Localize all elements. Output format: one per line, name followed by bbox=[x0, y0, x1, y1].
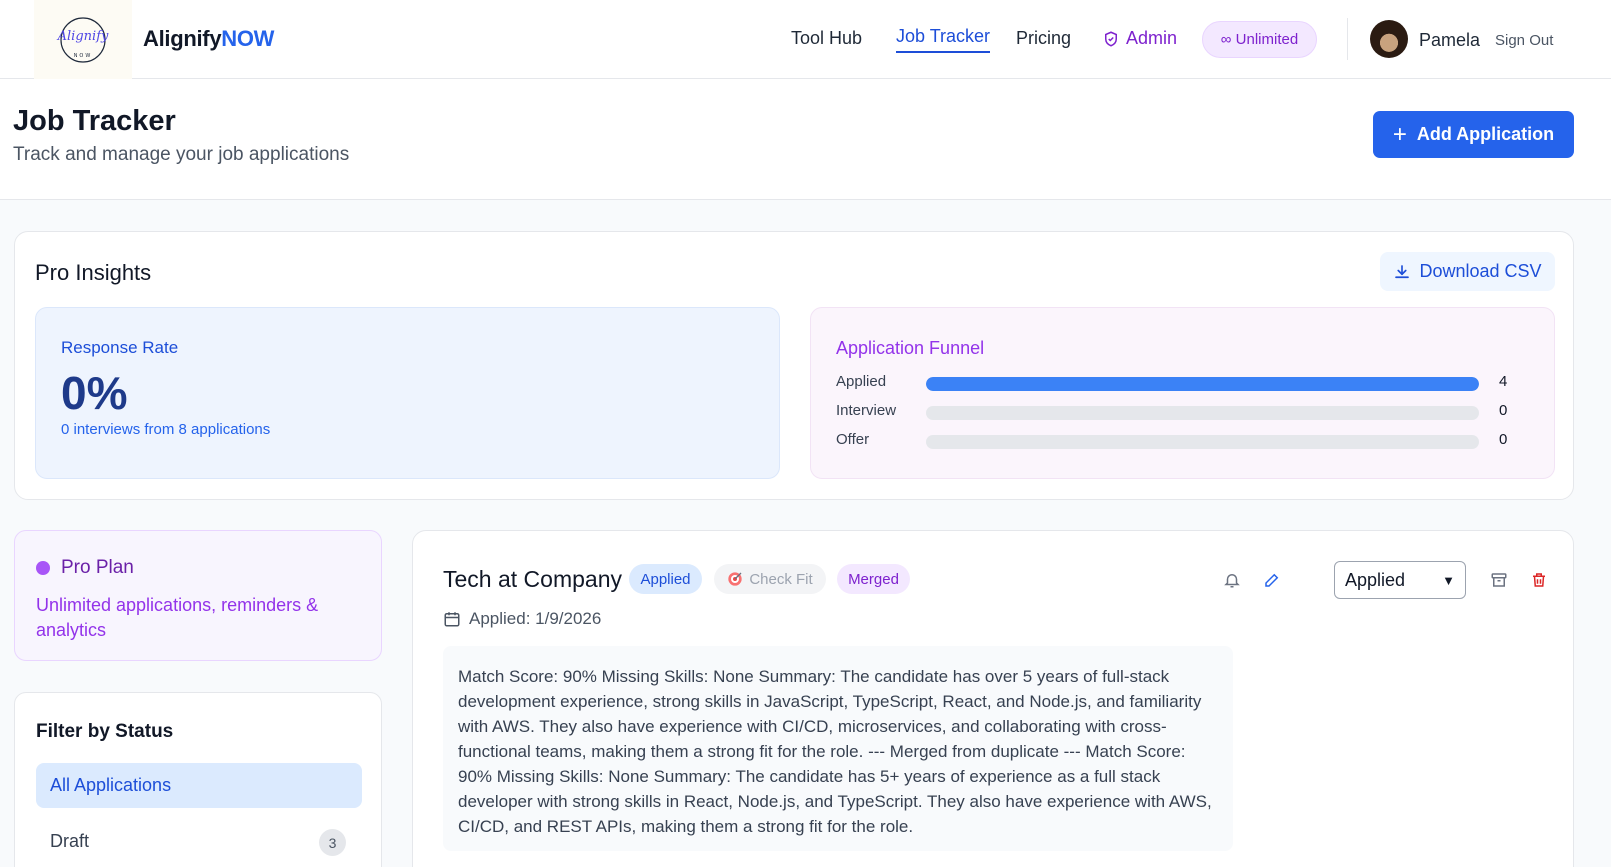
funnel-count: 0 bbox=[1499, 431, 1508, 448]
pro-plan-card: Pro Plan Unlimited applications, reminde… bbox=[14, 530, 382, 661]
shield-icon bbox=[1105, 30, 1117, 47]
reminder-button[interactable] bbox=[1220, 568, 1244, 592]
logo[interactable]: Alignify NOW bbox=[34, 0, 132, 80]
applied-date: Applied: 1/9/2026 bbox=[443, 609, 601, 629]
download-csv-button[interactable]: Download CSV bbox=[1380, 252, 1555, 291]
funnel-row-interview: Interview 0 bbox=[836, 402, 1516, 422]
filter-item-all[interactable]: All Applications bbox=[36, 763, 362, 808]
page-header: Job Tracker Track and manage your job ap… bbox=[0, 79, 1611, 200]
response-rate-note: 0 interviews from 8 applications bbox=[61, 421, 271, 438]
brand-main: Alignify bbox=[143, 26, 222, 51]
edit-button[interactable] bbox=[1260, 568, 1284, 592]
plan-title: Pro Plan bbox=[61, 557, 134, 578]
filter-title: Filter by Status bbox=[36, 721, 174, 742]
funnel-label: Interview bbox=[836, 402, 897, 419]
logo-icon: Alignify NOW bbox=[57, 17, 109, 63]
response-rate-label: Response Rate bbox=[61, 338, 179, 357]
svg-text:Alignify: Alignify bbox=[57, 29, 109, 44]
nav-tool-hub[interactable]: Tool Hub bbox=[791, 28, 862, 49]
filter-by-status-card: Filter by Status All Applications Draft … bbox=[14, 692, 382, 867]
edit-icon bbox=[1265, 573, 1279, 587]
page-title: Job Tracker bbox=[13, 105, 176, 137]
nav-pricing[interactable]: Pricing bbox=[1016, 28, 1071, 49]
add-application-button[interactable]: + Add Application bbox=[1373, 111, 1574, 158]
calendar-icon bbox=[444, 612, 460, 627]
svg-text:NOW: NOW bbox=[74, 53, 93, 59]
unlimited-plan-pill[interactable]: ∞ Unlimited bbox=[1202, 21, 1317, 58]
insights-title: Pro Insights bbox=[35, 260, 152, 285]
delete-button[interactable] bbox=[1527, 568, 1551, 592]
nav-divider bbox=[1347, 18, 1348, 60]
funnel-row-offer: Offer 0 bbox=[836, 431, 1516, 451]
nav-admin[interactable]: Admin bbox=[1102, 28, 1177, 49]
applied-date-text: Applied: 1/9/2026 bbox=[469, 609, 602, 628]
plus-icon: + bbox=[1392, 120, 1407, 148]
sign-out-link[interactable]: Sign Out bbox=[1495, 32, 1553, 49]
funnel-row-applied: Applied 4 bbox=[836, 373, 1516, 393]
application-card: Tech at Company Applied Check Fit Merged… bbox=[412, 530, 1574, 867]
funnel-track bbox=[926, 406, 1479, 420]
archive-button[interactable] bbox=[1487, 568, 1511, 592]
funnel-count: 4 bbox=[1499, 373, 1508, 390]
funnel-label: Applied bbox=[836, 373, 887, 390]
nav-admin-label: Admin bbox=[1126, 28, 1178, 48]
avatar[interactable] bbox=[1370, 20, 1408, 58]
download-icon bbox=[1395, 264, 1410, 278]
status-badge: Applied bbox=[629, 564, 702, 594]
bell-icon bbox=[1224, 574, 1240, 588]
plan-status-dot bbox=[36, 561, 50, 575]
funnel-track bbox=[926, 377, 1479, 391]
funnel-title: Application Funnel bbox=[836, 338, 985, 358]
response-rate-value: 0% bbox=[61, 367, 128, 419]
brand-accent: NOW bbox=[221, 26, 275, 51]
plan-description: Unlimited applications, reminders & anal… bbox=[36, 595, 319, 640]
funnel-track bbox=[926, 435, 1479, 449]
nav-job-tracker[interactable]: Job Tracker bbox=[896, 26, 991, 53]
status-select[interactable]: Applied ▼ bbox=[1334, 561, 1466, 599]
status-select-value: Applied bbox=[1345, 569, 1406, 590]
funnel-label: Offer bbox=[836, 431, 870, 448]
funnel-count: 0 bbox=[1499, 402, 1508, 419]
trash-icon bbox=[1533, 573, 1545, 587]
check-fit-button[interactable]: Check Fit bbox=[714, 564, 826, 594]
brand-name[interactable]: AlignifyNOW bbox=[143, 26, 274, 52]
archive-icon bbox=[1491, 573, 1507, 587]
filter-item-label: Draft bbox=[50, 831, 90, 851]
merged-badge: Merged bbox=[837, 564, 910, 594]
filter-item-label: All Applications bbox=[50, 775, 172, 795]
download-csv-label: Download CSV bbox=[1419, 261, 1542, 281]
application-title: Tech at Company bbox=[443, 566, 622, 592]
response-rate-panel: Response Rate 0% 0 interviews from 8 app… bbox=[35, 307, 780, 479]
application-funnel-panel: Application Funnel Applied 4 Interview 0… bbox=[810, 307, 1555, 479]
check-fit-label: Check Fit bbox=[749, 570, 813, 588]
add-application-label: Add Application bbox=[1416, 124, 1555, 144]
funnel-bar bbox=[926, 377, 1479, 391]
pro-insights-card: Pro Insights Download CSV Response Rate … bbox=[14, 231, 1574, 500]
top-nav: Alignify NOW AlignifyNOW Tool Hub Job Tr… bbox=[0, 0, 1611, 80]
page-subtitle: Track and manage your job applications bbox=[13, 144, 350, 165]
target-icon bbox=[728, 572, 742, 586]
user-name: Pamela bbox=[1419, 30, 1481, 50]
chevron-down-icon: ▼ bbox=[1442, 572, 1455, 588]
application-notes: Match Score: 90% Missing Skills: None Su… bbox=[443, 646, 1233, 851]
filter-item-count: 3 bbox=[319, 829, 346, 856]
filter-item-draft[interactable]: Draft 3 bbox=[36, 819, 362, 864]
